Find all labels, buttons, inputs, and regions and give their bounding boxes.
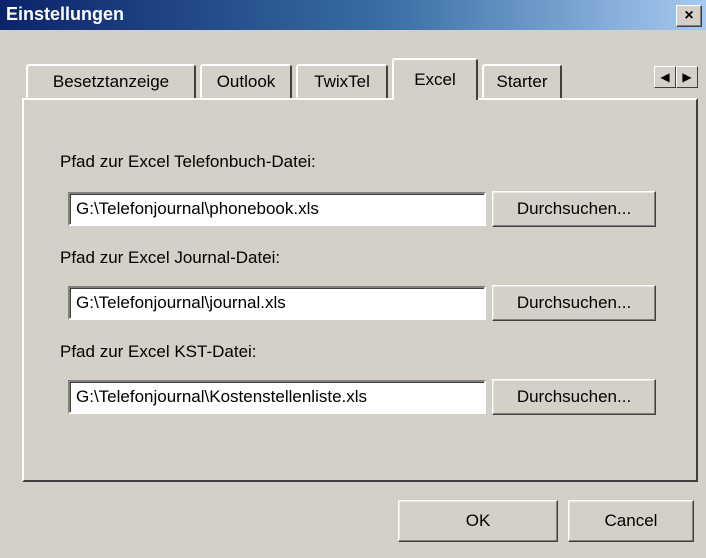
settings-dialog: Einstellungen × Besetztanzeige Outlook T… [0, 0, 706, 558]
window-title: Einstellungen [6, 4, 125, 24]
close-button[interactable]: × [676, 5, 702, 27]
tab-label: Starter [496, 72, 548, 91]
ok-button[interactable]: OK [398, 500, 558, 542]
tab-outlook[interactable]: Outlook [200, 64, 292, 98]
excel-tab-panel: Pfad zur Excel Telefonbuch-Datei: Durchs… [22, 98, 698, 482]
tab-starter[interactable]: Starter [482, 64, 562, 98]
phonebook-path-label: Pfad zur Excel Telefonbuch-Datei: [60, 152, 316, 171]
title-bar[interactable]: Einstellungen × [0, 0, 706, 30]
tab-label: Outlook [216, 72, 276, 91]
tab-label: Excel [414, 70, 456, 89]
close-icon: × [684, 7, 694, 24]
tab-scroll-right-button[interactable]: ▶ [676, 66, 698, 88]
cancel-button[interactable]: Cancel [568, 500, 694, 542]
journal-browse-button[interactable]: Durchsuchen... [492, 285, 656, 321]
tab-twixtel[interactable]: TwixTel [296, 64, 388, 98]
tab-besetztanzeige[interactable]: Besetztanzeige [26, 64, 196, 98]
tab-label: Besetztanzeige [52, 72, 170, 91]
tab-excel[interactable]: Excel [392, 58, 478, 100]
phonebook-path-input[interactable] [68, 192, 486, 226]
journal-path-input[interactable] [68, 286, 486, 320]
kst-path-input[interactable] [68, 380, 486, 414]
arrow-left-icon: ◀ [660, 70, 670, 84]
kst-browse-button[interactable]: Durchsuchen... [492, 379, 656, 415]
phonebook-browse-button[interactable]: Durchsuchen... [492, 191, 656, 227]
tab-scroll-left-button[interactable]: ◀ [654, 66, 676, 88]
tab-label: TwixTel [314, 72, 370, 91]
journal-path-label: Pfad zur Excel Journal-Datei: [60, 248, 281, 267]
kst-path-label: Pfad zur Excel KST-Datei: [60, 342, 257, 361]
arrow-right-icon: ▶ [682, 70, 692, 84]
